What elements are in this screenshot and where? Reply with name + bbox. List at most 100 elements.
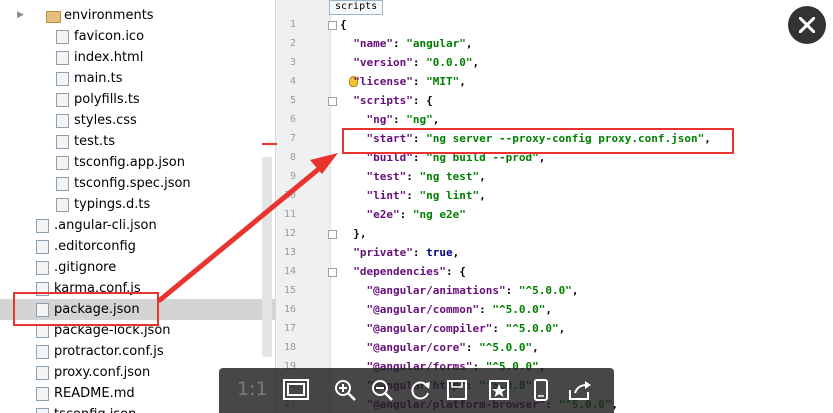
zoom-out-icon[interactable] xyxy=(370,378,394,402)
tree-item-label: styles.css xyxy=(74,113,137,128)
close-icon xyxy=(799,17,815,33)
tree-item-label: main.ts xyxy=(74,71,123,86)
json-file-icon xyxy=(36,408,49,413)
line-number: 4 xyxy=(289,76,296,87)
line-number: 16 xyxy=(283,304,296,315)
tree-item[interactable]: protractor.conf.js xyxy=(0,341,275,362)
actual-size-button[interactable]: 1:1 xyxy=(237,376,268,400)
code-line[interactable]: "test": "ng test", xyxy=(340,170,486,183)
tree-item[interactable]: main.ts xyxy=(0,68,275,89)
tree-item[interactable]: .angular-cli.json xyxy=(0,215,275,236)
fit-screen-icon[interactable] xyxy=(282,378,310,402)
line-number: 5 xyxy=(289,95,296,106)
code-line[interactable]: "name": "angular", xyxy=(340,37,472,50)
tree-item-label: tsconfig.spec.json xyxy=(74,176,191,191)
json-file-icon xyxy=(56,177,69,191)
tree-item-label: tsconfig.json xyxy=(54,404,136,413)
ts-file-icon xyxy=(56,198,69,212)
code-line[interactable]: { xyxy=(340,18,347,31)
tree-item[interactable]: .editorconfig xyxy=(0,236,275,257)
line-number: 6 xyxy=(289,114,296,125)
bookmark-icon[interactable] xyxy=(487,378,511,402)
line-number: 14 xyxy=(283,266,296,277)
tree-item-label: environments xyxy=(64,8,154,23)
tree-item[interactable]: ▶ environments xyxy=(0,5,275,26)
tree-item-label: polyfills.ts xyxy=(74,92,140,107)
txt-file-icon xyxy=(36,240,49,254)
rotate-icon[interactable] xyxy=(408,378,432,402)
js-file-icon xyxy=(36,345,49,359)
code-line[interactable]: "version": "0.0.0", xyxy=(340,56,479,69)
fold-marker-icon[interactable] xyxy=(328,230,337,239)
txt-file-icon xyxy=(36,261,49,275)
fold-marker-icon[interactable] xyxy=(328,21,337,30)
tree-item[interactable]: tsconfig.app.json xyxy=(0,152,275,173)
tree-item-label: tsconfig.app.json xyxy=(74,155,185,170)
json-file-icon xyxy=(36,366,49,380)
line-number: 15 xyxy=(283,285,296,296)
tree-scrollbar[interactable] xyxy=(262,157,272,357)
code-line[interactable]: "lint": "ng lint", xyxy=(340,189,486,202)
json-file-icon xyxy=(36,219,49,233)
save-icon[interactable] xyxy=(445,378,469,402)
code-line[interactable]: "private": true, xyxy=(340,246,459,259)
tree-item[interactable]: styles.css xyxy=(0,110,275,131)
tree-item-label: .angular-cli.json xyxy=(54,218,157,233)
tree-item-label: README.md xyxy=(54,386,135,401)
tree-item[interactable]: test.ts xyxy=(0,131,275,152)
tree-item-label: proxy.conf.json xyxy=(54,365,151,380)
code-line[interactable]: "scripts": { xyxy=(340,94,432,107)
line-gutter: 123456789101112131415161718192021 xyxy=(276,0,331,413)
tree-item-label: index.html xyxy=(74,50,144,65)
code-line[interactable]: "license": "MIT", xyxy=(340,75,466,88)
tree-item-label: test.ts xyxy=(74,134,115,149)
css-file-icon xyxy=(56,114,69,128)
expand-arrow-icon[interactable]: ▶ xyxy=(17,5,27,26)
breadcrumb[interactable]: scripts xyxy=(329,0,384,15)
line-number: 7 xyxy=(289,133,296,144)
code-line[interactable]: "@angular/animations": "^5.0.0", xyxy=(340,284,579,297)
code-line[interactable]: "dependencies": { xyxy=(340,265,466,278)
fold-marker-icon[interactable] xyxy=(328,268,337,277)
tree-item-label: .editorconfig xyxy=(54,239,136,254)
screenshot-root: ▶ environments favicon.ico index.html main.t… xyxy=(0,0,833,413)
fold-marker-icon[interactable] xyxy=(328,97,337,106)
line-number: 2 xyxy=(289,38,296,49)
tree-item[interactable]: index.html xyxy=(0,47,275,68)
line-number: 17 xyxy=(283,323,296,334)
viewer-toolbar: 1:1 xyxy=(219,368,614,413)
line-number: 13 xyxy=(283,247,296,258)
tree-item[interactable]: .gitignore xyxy=(0,257,275,278)
close-button[interactable] xyxy=(788,6,826,44)
ico-file-icon xyxy=(56,30,69,44)
tree-item[interactable]: tsconfig.spec.json xyxy=(0,173,275,194)
tree-item[interactable]: polyfills.ts xyxy=(0,89,275,110)
line-number: 11 xyxy=(283,209,296,220)
tree-item[interactable]: typings.d.ts xyxy=(0,194,275,215)
line-number: 8 xyxy=(289,152,296,163)
tree-item[interactable]: favicon.ico xyxy=(0,26,275,47)
start-line-highlight xyxy=(342,128,734,154)
code-line[interactable]: "@angular/compiler": "^5.0.0", xyxy=(340,322,566,335)
ts-file-icon xyxy=(56,72,69,86)
json-file-icon xyxy=(36,324,49,338)
zoom-in-icon[interactable] xyxy=(333,378,357,402)
share-icon[interactable] xyxy=(567,378,593,402)
package-json-highlight xyxy=(13,292,159,326)
code-line[interactable]: "@angular/common": "^5.0.0", xyxy=(340,303,552,316)
html-file-icon xyxy=(56,51,69,65)
json-file-icon xyxy=(56,156,69,170)
line-number: 10 xyxy=(283,190,296,201)
ts-file-icon xyxy=(56,93,69,107)
tree-item-label: .gitignore xyxy=(54,260,117,275)
md-file-icon xyxy=(36,387,49,401)
line-number: 18 xyxy=(283,342,296,353)
tree-item-label: typings.d.ts xyxy=(74,197,151,212)
line-number: 1 xyxy=(289,19,296,30)
device-icon[interactable] xyxy=(529,378,553,402)
code-editor[interactable]: 123456789101112131415161718192021 script… xyxy=(275,0,833,413)
code-line[interactable]: "@angular/core": "^5.0.0", xyxy=(340,341,539,354)
code-line[interactable]: "ng": "ng", xyxy=(340,113,440,126)
code-line[interactable]: "e2e": "ng e2e" xyxy=(340,208,466,221)
code-line[interactable]: }, xyxy=(340,227,366,240)
